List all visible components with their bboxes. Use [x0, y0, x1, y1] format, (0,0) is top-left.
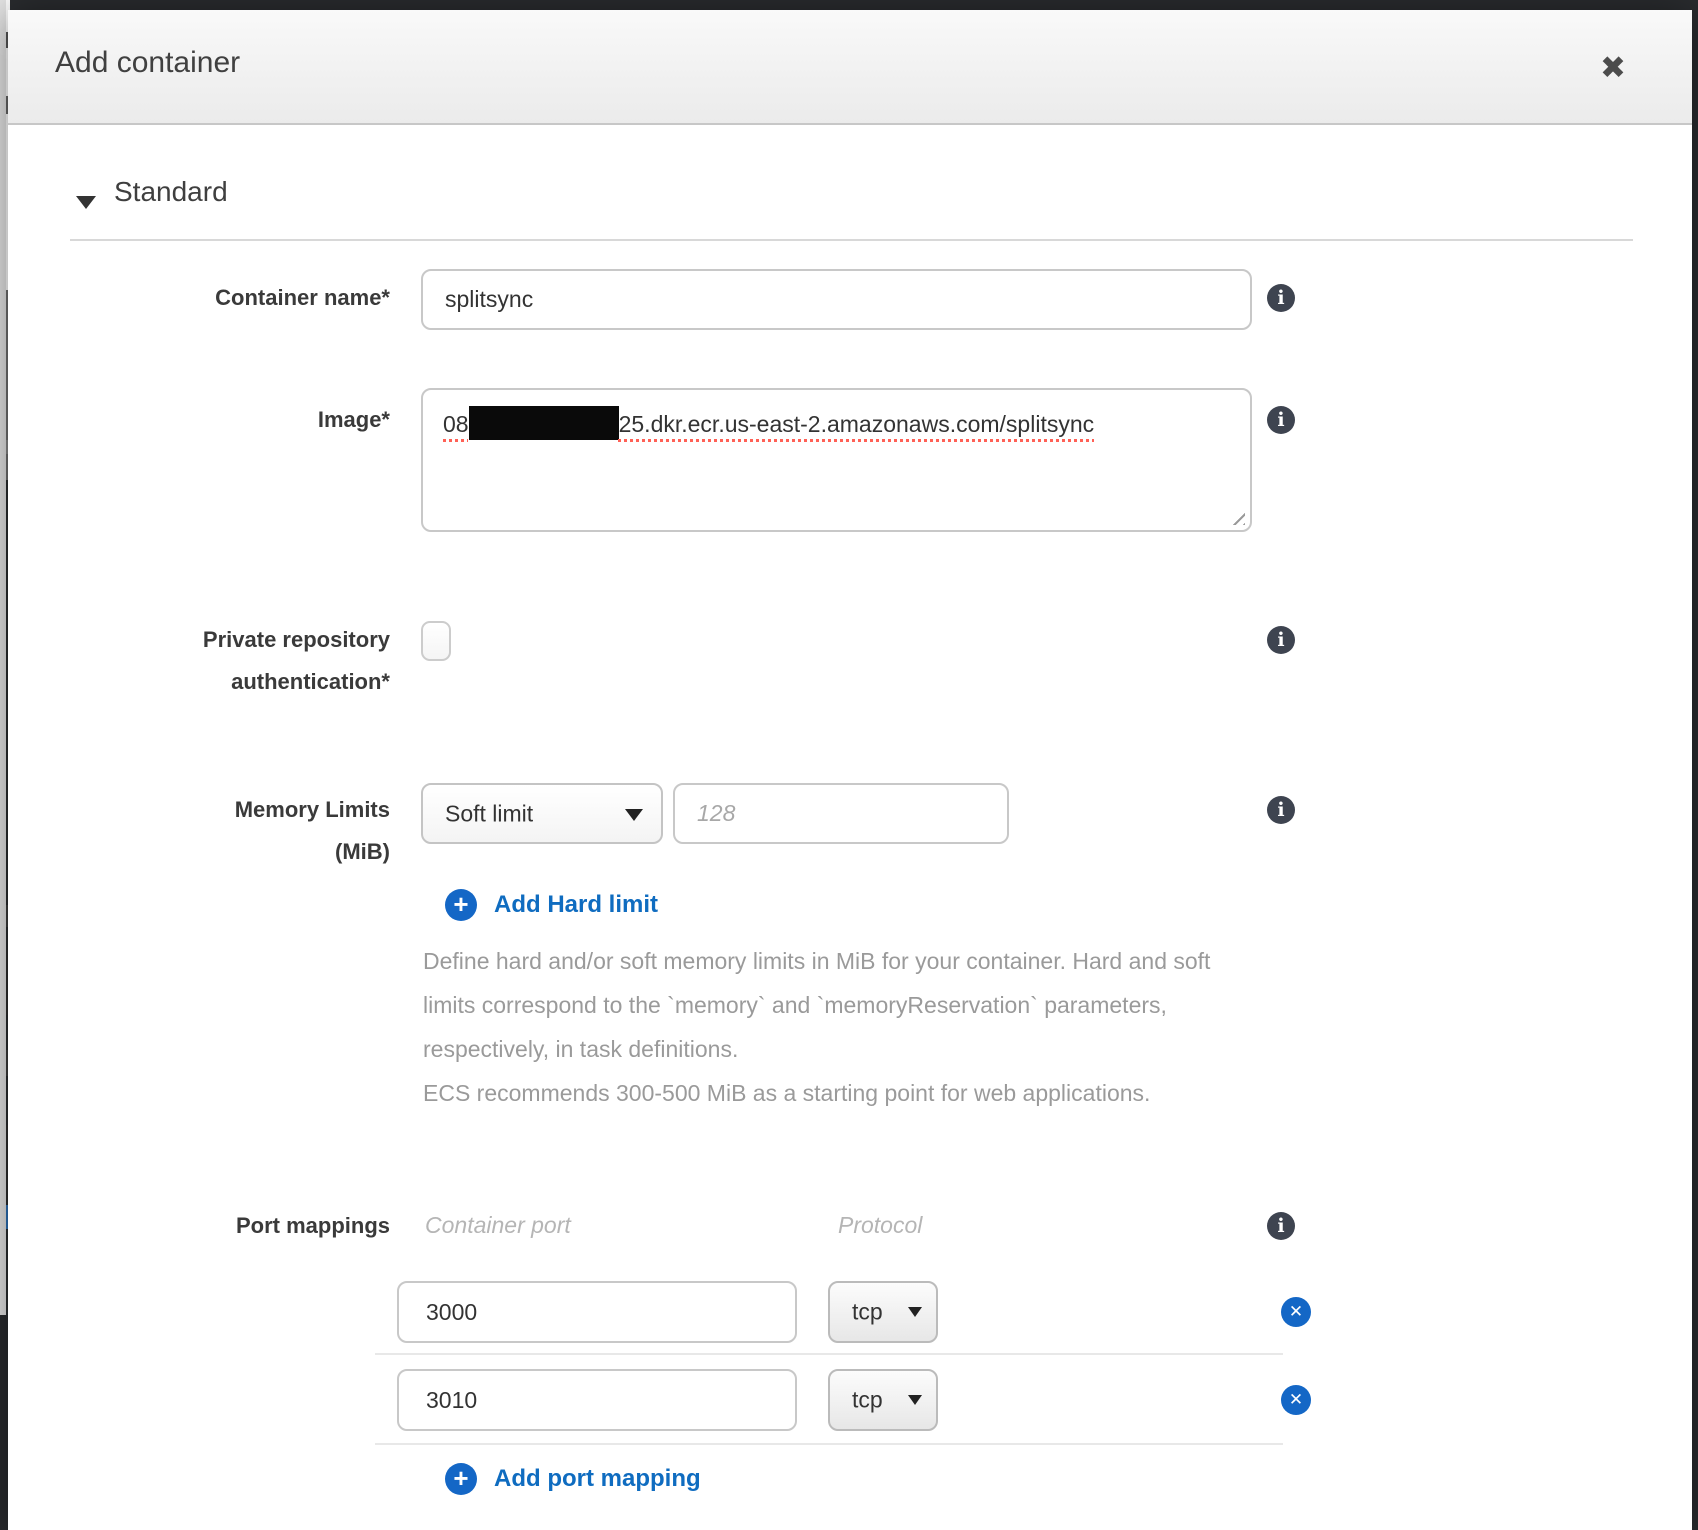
image-value: 08 25.dkr.ecr.us-east-2.amazonaws.com/spl…: [443, 411, 1094, 437]
row-divider: [375, 1443, 1283, 1445]
protocol-dropdown[interactable]: tcp: [828, 1281, 938, 1343]
column-header-container-port: Container port: [425, 1212, 571, 1239]
column-header-protocol: Protocol: [838, 1212, 922, 1239]
protocol-value: tcp: [852, 1299, 883, 1326]
chevron-down-icon: [625, 809, 643, 821]
memory-limits-label-line1: Memory Limits: [60, 797, 390, 823]
redaction-box: [469, 406, 619, 440]
container-name-input[interactable]: [421, 269, 1252, 330]
info-icon[interactable]: i: [1267, 626, 1295, 654]
info-icon[interactable]: i: [1267, 1212, 1295, 1240]
remove-port-mapping-icon[interactable]: ✕: [1281, 1385, 1311, 1415]
info-icon[interactable]: i: [1267, 796, 1295, 824]
close-icon[interactable]: ✖: [1600, 50, 1626, 86]
remove-port-mapping-icon[interactable]: ✕: [1281, 1297, 1311, 1327]
info-icon[interactable]: i: [1267, 406, 1295, 434]
chevron-down-icon: [908, 1395, 922, 1405]
background-page-edge: [0, 0, 6, 1315]
info-icon[interactable]: i: [1267, 284, 1295, 312]
image-label: Image*: [60, 407, 390, 433]
memory-limits-label-line2: (MiB): [60, 839, 390, 865]
image-value-prefix: 08: [443, 411, 469, 437]
memory-limit-type-dropdown[interactable]: Soft limit: [421, 783, 663, 844]
section-divider: [70, 239, 1633, 241]
private-repo-auth-label-line1: Private repository: [60, 627, 390, 653]
memory-limit-type-value: Soft limit: [445, 800, 533, 827]
protocol-dropdown[interactable]: tcp: [828, 1369, 938, 1431]
modal-title: Add container: [55, 46, 240, 80]
add-port-mapping-link[interactable]: Add port mapping: [494, 1465, 701, 1493]
image-value-suffix: 25.dkr.ecr.us-east-2.amazonaws.com/split…: [619, 411, 1095, 437]
private-repo-auth-checkbox[interactable]: [421, 621, 451, 661]
port-mappings-label: Port mappings: [60, 1213, 390, 1239]
private-repo-auth-label-line2: authentication*: [60, 669, 390, 695]
collapse-triangle-icon[interactable]: [76, 196, 96, 209]
memory-help-recommendation: ECS recommends 300-500 MiB as a starting…: [423, 1071, 1223, 1115]
memory-limit-value-input[interactable]: [673, 783, 1009, 844]
row-divider: [375, 1353, 1283, 1355]
modal-header: [8, 10, 1692, 125]
image-textarea[interactable]: 08 25.dkr.ecr.us-east-2.amazonaws.com/spl…: [421, 388, 1252, 532]
plus-icon[interactable]: +: [445, 889, 477, 921]
protocol-value: tcp: [852, 1387, 883, 1414]
chevron-down-icon: [908, 1307, 922, 1317]
add-hard-limit-link[interactable]: Add Hard limit: [494, 891, 658, 919]
container-name-label: Container name*: [60, 285, 390, 311]
memory-help-paragraph: Define hard and/or soft memory limits in…: [423, 939, 1223, 1071]
plus-icon[interactable]: +: [445, 1463, 477, 1495]
screen: Add container ✖ Standard Container name*…: [0, 0, 1698, 1530]
section-title-standard[interactable]: Standard: [114, 176, 228, 208]
container-port-input[interactable]: [397, 1369, 797, 1431]
container-port-input[interactable]: [397, 1281, 797, 1343]
resize-handle[interactable]: [1229, 509, 1245, 525]
